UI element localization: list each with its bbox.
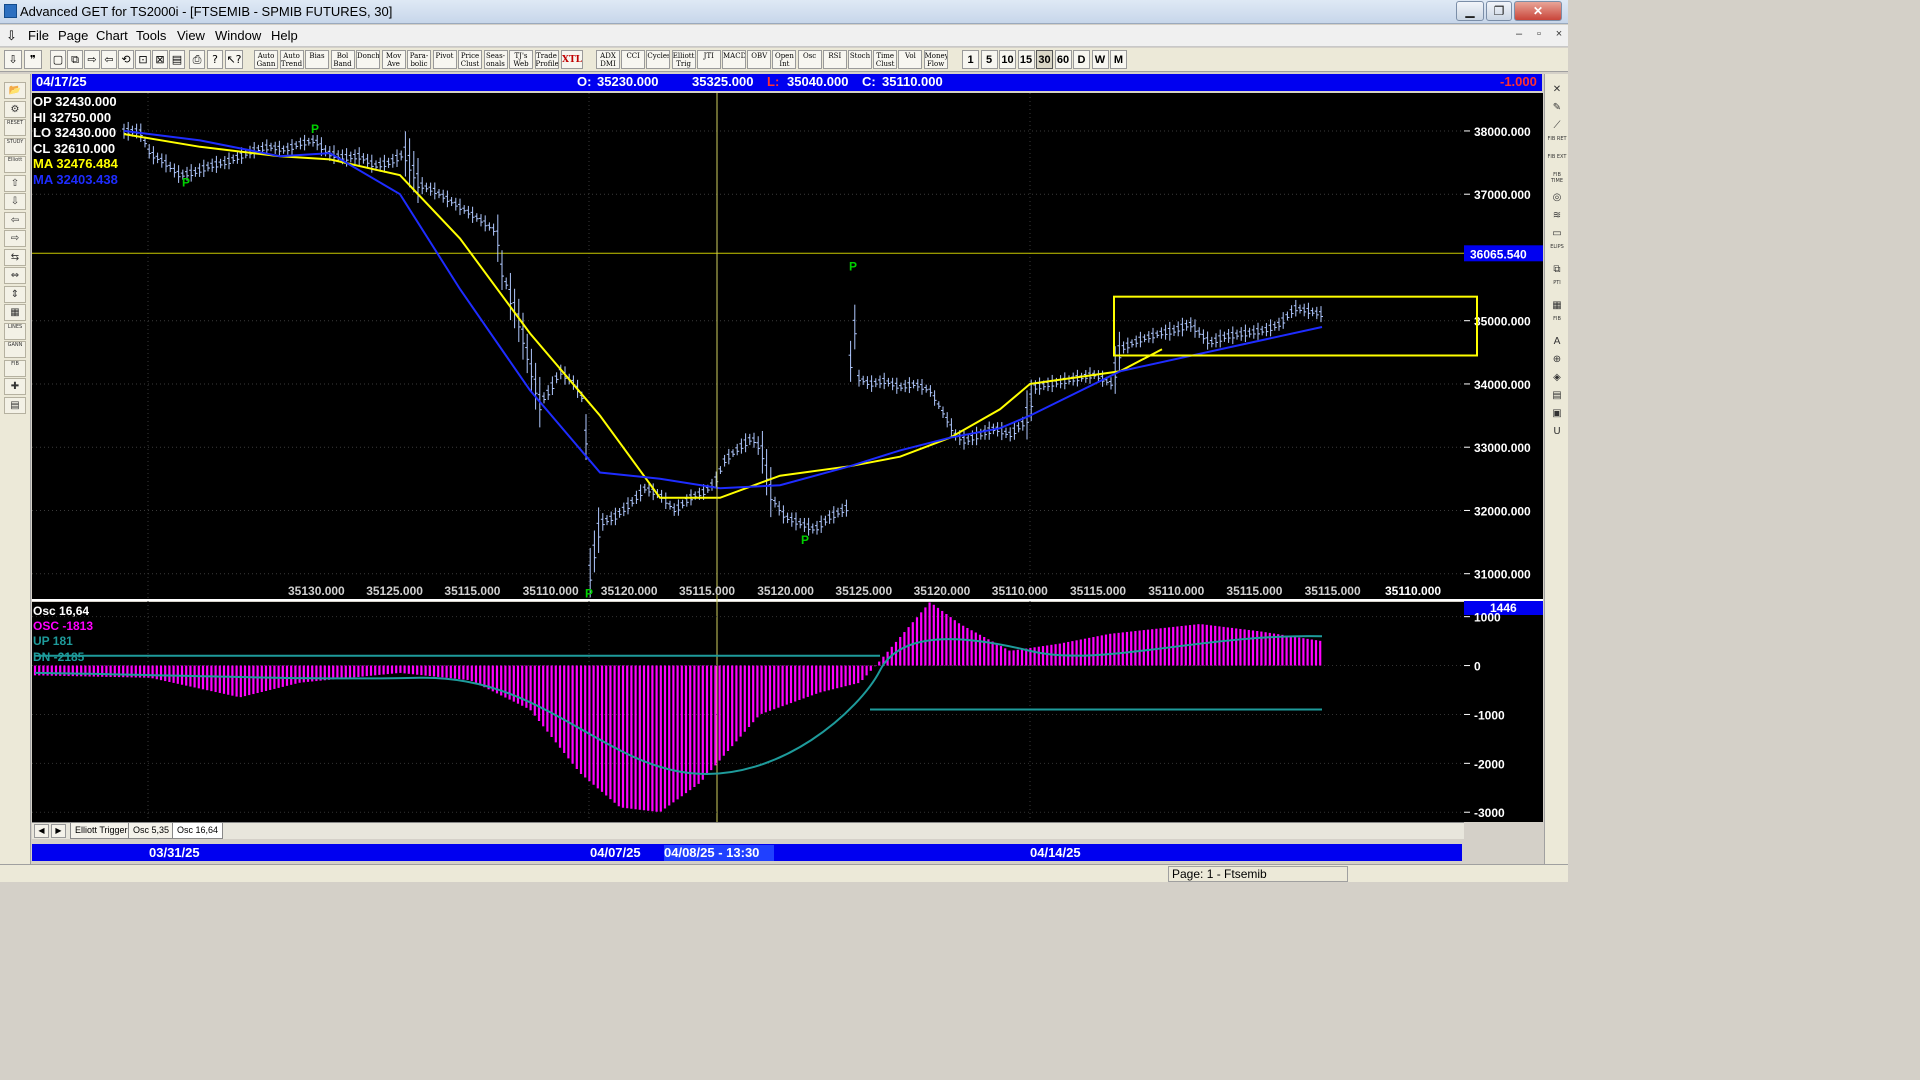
bottom-price-5: 35115.000: [679, 584, 735, 598]
bottom-price-8: 35120.000: [914, 584, 971, 598]
legend-row-5: MA 32403.438: [33, 171, 118, 187]
osc-tick-label-1: 0: [1474, 660, 1481, 674]
legend-row-0: OP 32430.000: [33, 94, 117, 109]
marker-label: 36065.540: [1470, 247, 1527, 261]
price-tick-label-4: 33000.000: [1474, 441, 1531, 455]
bottom-price-4: 35120.000: [601, 584, 658, 598]
legend-row-2: LO 32430.000: [33, 125, 117, 140]
price-tick-label-2: 35000.000: [1474, 315, 1531, 329]
pivot-label-2: P: [311, 122, 319, 136]
osc-tick-label-4: -3000: [1474, 806, 1505, 820]
status-page: Page: 1 - Ftsemib: [1168, 866, 1348, 882]
tab-osc-16-64[interactable]: Osc 16,64: [172, 823, 224, 839]
price-tick-label-0: 38000.000: [1474, 125, 1531, 139]
bottom-price-12: 35115.000: [1226, 584, 1282, 598]
pivot-label-5: P: [585, 587, 593, 601]
osc-value: OSC -1813: [33, 619, 94, 633]
price-tick-label-1: 37000.000: [1474, 188, 1531, 202]
bottom-price-last: 35110.000: [1385, 584, 1441, 598]
osc-tick-label-3: -2000: [1474, 757, 1505, 771]
pivot-label-4: P: [801, 533, 809, 547]
bottom-price-2: 35115.000: [444, 584, 500, 598]
price-panel: [32, 93, 1464, 599]
time-axis: 03/31/25 04/07/25 04/08/25 - 13:30 04/14…: [32, 844, 1462, 861]
application-window: Advanced GET for TS2000i - [FTSEMIB - SP…: [0, 0, 1568, 882]
time-label-2: 04/07/25: [590, 845, 641, 860]
tab-scroll-right[interactable]: ▶: [51, 824, 66, 838]
pivot-label-3: P: [849, 260, 857, 274]
price-tick-label-5: 32000.000: [1474, 504, 1531, 518]
pivot-label-1: P: [182, 176, 190, 190]
tab-scroll-left[interactable]: ◀: [34, 824, 49, 838]
bottom-price-10: 35115.000: [1070, 584, 1126, 598]
osc-tick-label-2: -1000: [1474, 708, 1505, 722]
bottom-price-0: 35130.000: [288, 584, 345, 598]
osc-title: Osc 16,64: [33, 604, 90, 618]
bottom-price-11: 35110.000: [1148, 584, 1204, 598]
time-label-3: 04/14/25: [1030, 845, 1081, 860]
time-cursor-label: 04/08/25 - 13:30: [664, 845, 774, 861]
bottom-price-7: 35125.000: [835, 584, 892, 598]
price-chart[interactable]: 38000.000 37000.000 35000.000 34000.000 3300…: [0, 0, 1568, 882]
tab-osc-5-35[interactable]: Osc 5,35: [128, 823, 175, 839]
osc-up-value: UP 181: [33, 634, 73, 648]
bottom-price-1: 35125.000: [366, 584, 423, 598]
price-axis-panel: [1464, 93, 1543, 599]
osc-tick-label-0: 1000: [1474, 611, 1501, 625]
status-bar: Page: 1 - Ftsemib: [0, 864, 1568, 882]
bottom-price-9: 35110.000: [992, 584, 1048, 598]
legend-row-3: CL 32610.000: [33, 140, 116, 156]
price-tick-label-6: 31000.000: [1474, 568, 1531, 582]
bottom-price-13: 35115.000: [1305, 584, 1361, 598]
legend-row-1: HI 32750.000: [33, 109, 112, 125]
bottom-price-6: 35120.000: [757, 584, 814, 598]
tab-elliott-trigger[interactable]: Elliott Trigger: [70, 823, 133, 839]
study-tabs: ◀ ▶ Elliott Trigger Osc 5,35 Osc 16,64: [32, 822, 1464, 839]
legend-row-4: MA 32476.484: [33, 156, 118, 171]
osc-dn-value: DN -2185: [33, 650, 85, 664]
time-label-1: 03/31/25: [149, 845, 200, 860]
price-tick-label-3: 34000.000: [1474, 378, 1531, 392]
bottom-price-3: 35110.000: [523, 584, 579, 598]
